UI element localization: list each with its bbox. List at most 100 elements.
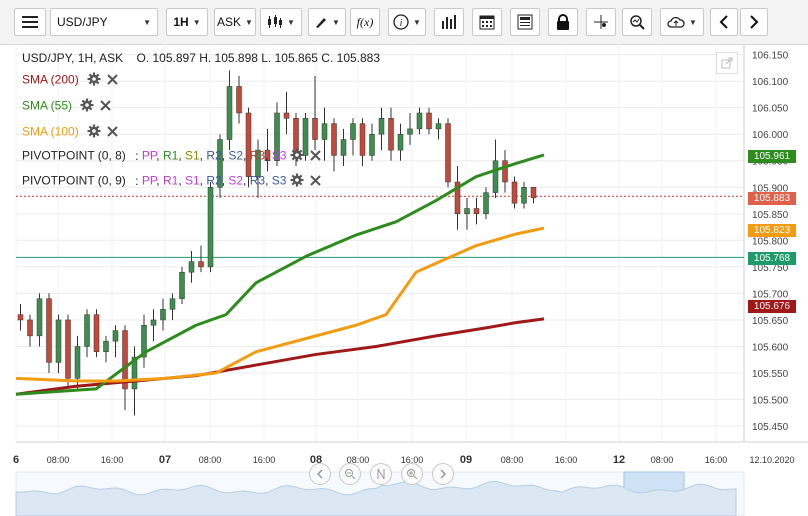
- reset-view-button[interactable]: [370, 463, 392, 485]
- price-marker: 105.768: [748, 252, 796, 265]
- scroll-right-button[interactable]: [740, 8, 768, 36]
- chevron-down-icon: ▼: [287, 17, 295, 27]
- pivot-item: R3: [249, 173, 266, 188]
- chart-area[interactable]: 106.150106.100106.050106.000105.950105.9…: [0, 44, 808, 516]
- close-icon[interactable]: [310, 174, 322, 189]
- pan-left-button[interactable]: [309, 463, 331, 485]
- zoom-out-icon: [345, 469, 356, 480]
- y-tick-label: 105.800: [752, 236, 789, 247]
- candle-body: [350, 123, 356, 140]
- gear-icon[interactable]: [80, 98, 94, 115]
- x-tick-label: 08:00: [199, 455, 222, 465]
- chevron-right-icon: [440, 469, 447, 479]
- candle-body: [435, 123, 442, 130]
- price-marker: 105.823: [748, 224, 796, 237]
- x-tick-label: 16:00: [101, 455, 124, 465]
- y-tick-label: 105.600: [752, 342, 789, 353]
- menu-icon: [22, 16, 38, 28]
- pivot-item: S1: [184, 148, 200, 163]
- function-button[interactable]: f(x): [350, 8, 380, 36]
- candle-body: [331, 123, 337, 156]
- x-tick-label: 07: [159, 454, 171, 466]
- candle-body: [207, 187, 214, 268]
- pivot-item: R2: [206, 173, 222, 188]
- candle-body: [378, 118, 385, 135]
- function-icon: f(x): [356, 14, 374, 29]
- candle-body: [169, 298, 176, 310]
- calendar-icon: [479, 15, 495, 30]
- candle-body: [84, 314, 90, 347]
- pivot-comma: ,: [178, 148, 185, 163]
- zoom-out-button[interactable]: [339, 463, 361, 485]
- y-tick-label: 105.450: [752, 422, 789, 433]
- y-tick-label: 105.550: [752, 369, 789, 380]
- close-icon[interactable]: [106, 73, 118, 88]
- candle-body: [416, 112, 423, 130]
- candle-body: [226, 86, 233, 140]
- pivot-item: S3: [271, 173, 287, 188]
- close-icon[interactable]: [100, 99, 111, 114]
- pan-right-button[interactable]: [432, 463, 454, 485]
- lock-button[interactable]: [548, 8, 578, 36]
- price-chart[interactable]: 106.150106.100106.050106.000105.950105.9…: [0, 44, 808, 516]
- x-tick-label: 12: [613, 454, 625, 466]
- candle-body: [283, 112, 290, 119]
- symbol-select[interactable]: USD/JPY ▼: [50, 8, 158, 36]
- pivot-comma: ,: [156, 173, 163, 188]
- zoom-icon: [630, 15, 645, 30]
- price-marker: 105.676: [748, 300, 796, 313]
- pivot-legend: PIVOTPOINT (0, 9) : PP, R1, S1, R2, S2, …: [22, 173, 322, 190]
- pair-info: USD/JPY, 1H, ASK: [22, 51, 124, 65]
- zoom-in-icon: [407, 469, 418, 480]
- chart-type-button[interactable]: ▼: [260, 8, 302, 36]
- chevron-down-icon: ▼: [413, 17, 421, 27]
- info-button[interactable]: i ▼: [388, 8, 426, 36]
- candle-body: [445, 123, 451, 183]
- arrow-right-icon: [750, 15, 759, 29]
- chevron-down-icon: ▼: [192, 17, 201, 27]
- ohlc-values: O. 105.897 H. 105.898 L. 105.865 C. 105.…: [136, 51, 381, 65]
- x-tick-label: 6: [13, 454, 19, 466]
- zoom-in-button[interactable]: [401, 463, 423, 485]
- pivot-item: R3: [249, 148, 266, 163]
- candle-body: [492, 160, 499, 193]
- y-tick-label: 105.700: [752, 289, 789, 300]
- y-tick-label: 106.000: [752, 130, 789, 141]
- x-tick-label: 16:00: [253, 455, 276, 465]
- x-tick-label: 08:00: [501, 455, 524, 465]
- x-tick-label: 16:00: [555, 455, 578, 465]
- gear-icon[interactable]: [290, 173, 304, 190]
- gear-icon[interactable]: [87, 72, 101, 89]
- expand-button[interactable]: [716, 52, 738, 74]
- svg-text:i: i: [400, 18, 403, 29]
- crosshair-button[interactable]: [586, 8, 616, 36]
- candle-body: [93, 314, 100, 353]
- pivot-comma: ,: [243, 173, 250, 188]
- pivot-comma: ,: [243, 148, 250, 163]
- calendar-button[interactable]: [472, 8, 502, 36]
- price-marker: 105.883: [748, 192, 796, 205]
- y-tick-label: 106.050: [752, 104, 789, 115]
- y-tick-label: 105.500: [752, 396, 789, 407]
- close-icon[interactable]: [310, 149, 322, 164]
- scroll-left-button[interactable]: [710, 8, 738, 36]
- menu-button[interactable]: [14, 8, 46, 36]
- chart-header: USD/JPY, 1H, ASK O. 105.897 H. 105.898 L…: [22, 51, 380, 65]
- gear-icon[interactable]: [87, 124, 101, 141]
- volume-button[interactable]: [434, 8, 464, 36]
- candle-body: [388, 118, 394, 151]
- gear-icon[interactable]: [290, 148, 304, 165]
- x-tick-label: 08:00: [651, 455, 674, 465]
- timeframe-select[interactable]: 1H ▼: [166, 8, 208, 36]
- cloud-button[interactable]: ▼: [660, 8, 704, 36]
- x-tick-label: 16:00: [705, 455, 728, 465]
- zoom-button[interactable]: [622, 8, 652, 36]
- close-icon[interactable]: [106, 125, 118, 140]
- news-button[interactable]: [510, 8, 540, 36]
- draw-button[interactable]: ▼: [308, 8, 346, 36]
- indicator-label: SMA (200): [22, 72, 79, 87]
- pivot-item: R1: [162, 173, 179, 188]
- price-type-select[interactable]: ASK ▼: [214, 8, 256, 36]
- x-tick-label: 12.10.2020: [749, 455, 794, 465]
- symbol-value: USD/JPY: [57, 15, 108, 29]
